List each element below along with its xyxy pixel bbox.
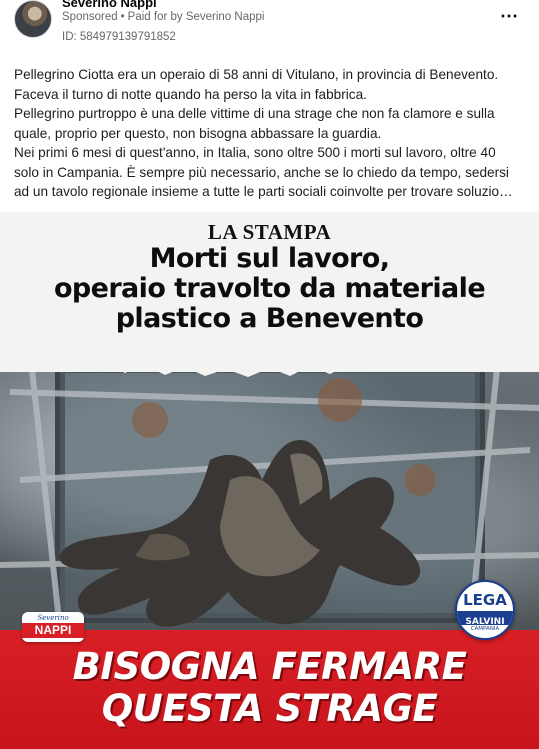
slogan-line: BISOGNA FERMARE — [72, 645, 467, 688]
lega-logo-region: CAMPANIA — [470, 626, 500, 632]
post-header: Severino Nappi Sponsored • Paid for by Sev… — [0, 0, 539, 54]
headline-line: plastico a Benevento — [115, 303, 424, 334]
separator-dot: • — [120, 11, 125, 23]
newspaper-masthead: LA STAMPA — [207, 220, 332, 244]
more-horizontal-icon: ⋯ — [500, 6, 518, 26]
slogan-line: QUESTA STRAGE — [101, 687, 438, 730]
nappi-logo-big: NAPPI — [22, 623, 84, 638]
paid-for-label[interactable]: Paid for by Severino Nappi — [128, 11, 265, 23]
headline-line: operaio travolto da materiale — [53, 273, 486, 304]
post-text: Pellegrino Ciotta era un operaio di 58 a… — [14, 65, 526, 202]
ad-id: ID: 584979139791852 — [62, 31, 176, 43]
sponsored-line: Sponsored • Paid for by Severino Nappi — [62, 11, 264, 23]
slogan-text: BISOGNA FERMARE QUESTA STRAGE — [0, 646, 539, 730]
post-text-line: Nei primi 6 mesi di quest'anno, in Itali… — [14, 145, 496, 160]
headline-line: Morti sul lavoro, — [149, 243, 390, 274]
post-text-line: Pellegrino purtroppo è una delle vittime… — [14, 106, 495, 121]
torn-paper-edge — [0, 332, 539, 377]
post-text-line: Pellegrino Ciotta era un operaio di 58 a… — [14, 67, 499, 82]
post-text-line: solo in Campania. È sempre più necessari… — [14, 164, 509, 180]
lega-salvini-logo: LEGA SALVINI CAMPANIA — [455, 580, 515, 640]
avatar[interactable] — [14, 0, 52, 38]
post-text-line: Faceva il turno di notte quando ha perso… — [14, 86, 367, 102]
lega-logo-word: LEGA — [463, 591, 507, 609]
ad-creative-image[interactable]: LA STAMPA Morti sul lavoro, operaio trav… — [0, 212, 539, 749]
more-options-button[interactable]: ⋯ — [497, 6, 521, 26]
severino-nappi-logo: Severino NAPPI — [22, 612, 84, 642]
nappi-logo-small: Severino — [37, 614, 69, 622]
article-headline: Morti sul lavoro, operaio travolto da ma… — [0, 244, 539, 334]
post-text-line: quale, proprio per questo, non bisogna a… — [14, 125, 382, 141]
lega-logo-band: SALVINI — [457, 611, 513, 627]
post-text-line[interactable]: ad un tavolo regionale insieme a tutte l… — [14, 182, 526, 202]
sponsored-label[interactable]: Sponsored — [62, 11, 118, 23]
author-name[interactable]: Severino Nappi — [62, 0, 157, 10]
